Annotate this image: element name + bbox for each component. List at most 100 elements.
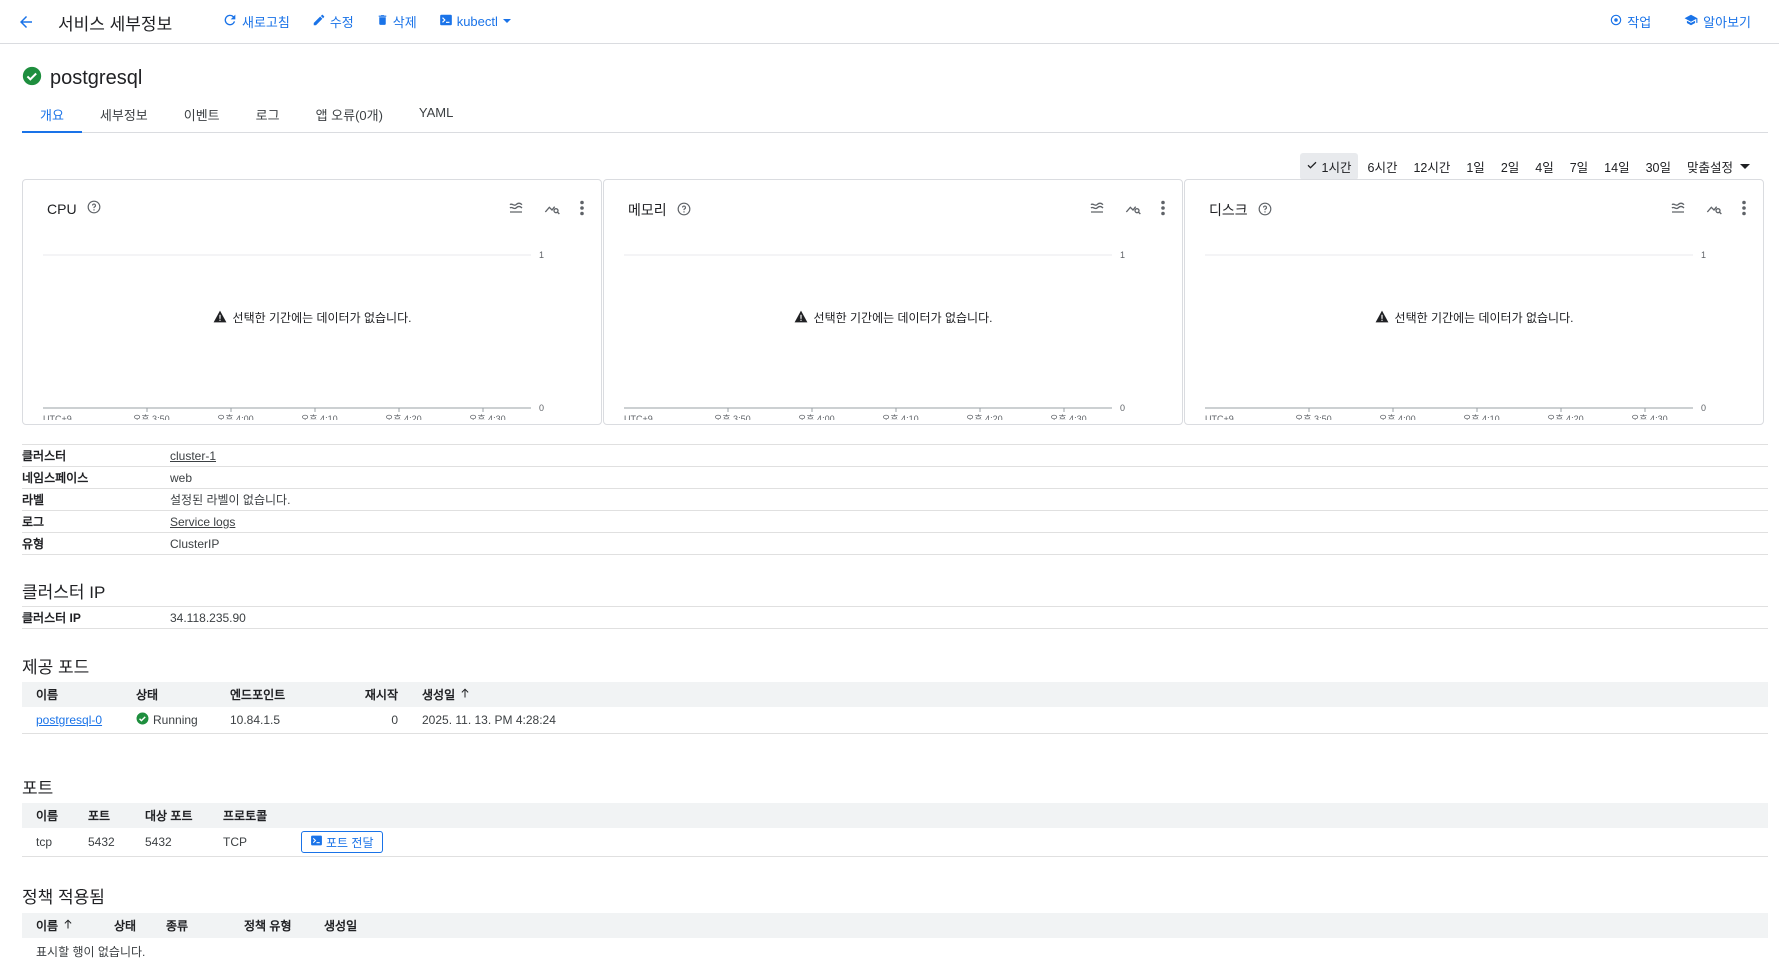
time-range-7d[interactable]: 7일 bbox=[1564, 153, 1594, 180]
warning-icon bbox=[794, 310, 808, 326]
service-title-row: postgresql bbox=[22, 66, 142, 91]
time-range-2d[interactable]: 2일 bbox=[1495, 153, 1525, 180]
toolbar-right: 작업 알아보기 bbox=[1609, 12, 1751, 31]
column-header-name[interactable]: 이름 bbox=[22, 686, 122, 703]
column-header-created-label: 생성일 bbox=[422, 688, 456, 702]
help-icon[interactable] bbox=[677, 202, 691, 219]
x-tick-label: 오후 4:00 bbox=[217, 414, 254, 420]
x-tick-label: 오후 4:10 bbox=[301, 414, 338, 420]
time-range-custom[interactable]: 맞춤설정 bbox=[1681, 153, 1757, 180]
y-tick-label: 0 bbox=[1120, 403, 1125, 413]
no-data-text: 선택한 기간에는 데이터가 없습니다. bbox=[232, 311, 412, 325]
kubectl-label: kubectl bbox=[456, 14, 498, 29]
cluster-ip-table: 클러스터 IP 34.118.235.90 bbox=[22, 606, 1768, 629]
caret-down-icon bbox=[502, 14, 512, 29]
port-forward-button[interactable]: 포트 전달 bbox=[301, 831, 383, 853]
time-range-label: 1시간 bbox=[1321, 161, 1352, 175]
table-header: 이름 상태 엔드포인트 재시작 생성일 bbox=[22, 682, 1768, 707]
learn-label: 알아보기 bbox=[1703, 15, 1751, 30]
tab-bar: 개요 세부정보 이벤트 로그 앱 오류(0개) YAML bbox=[22, 100, 1768, 133]
chart-title-row: 메모리 bbox=[628, 200, 691, 220]
column-header-protocol[interactable]: 프로토콜 bbox=[209, 807, 287, 824]
detail-value: ClusterIP bbox=[170, 536, 220, 551]
no-data-text: 선택한 기간에는 데이터가 없습니다. bbox=[813, 311, 993, 325]
column-header-name[interactable]: 이름 bbox=[22, 807, 74, 824]
tab-details[interactable]: 세부정보 bbox=[82, 100, 166, 131]
service-logs-link[interactable]: Service logs bbox=[170, 515, 235, 529]
column-header-name[interactable]: 이름 bbox=[22, 917, 100, 934]
service-name: postgresql bbox=[50, 67, 143, 89]
column-header-status[interactable]: 상태 bbox=[122, 686, 216, 703]
legend-toggle-icon[interactable] bbox=[507, 200, 525, 216]
kubectl-menu-button[interactable]: kubectl bbox=[439, 13, 512, 30]
more-vert-icon[interactable] bbox=[579, 200, 585, 216]
jobs-button[interactable]: 작업 bbox=[1609, 12, 1651, 31]
column-header-restarts[interactable]: 재시작 bbox=[336, 686, 398, 703]
column-header-port[interactable]: 포트 bbox=[74, 807, 131, 824]
explore-chart-icon[interactable] bbox=[1124, 200, 1142, 216]
edit-button[interactable]: 수정 bbox=[312, 12, 354, 31]
time-range-12h[interactable]: 12시간 bbox=[1407, 153, 1456, 180]
warning-icon bbox=[1375, 310, 1389, 326]
column-header-policy-type[interactable]: 정책 유형 bbox=[230, 917, 310, 934]
delete-button[interactable]: 삭제 bbox=[376, 12, 417, 31]
table-header: 이름 포트 대상 포트 프로토콜 bbox=[22, 803, 1768, 828]
time-range-1d[interactable]: 1일 bbox=[1460, 153, 1490, 180]
x-tick-label: 오후 4:30 bbox=[469, 414, 506, 420]
refresh-button[interactable]: 새로고침 bbox=[222, 12, 290, 31]
warning-icon bbox=[213, 310, 227, 326]
detail-row-logs: 로그 Service logs bbox=[22, 510, 1768, 532]
column-header-kind[interactable]: 종류 bbox=[152, 917, 230, 934]
tab-yaml[interactable]: YAML bbox=[401, 100, 471, 131]
learn-button[interactable]: 알아보기 bbox=[1683, 12, 1751, 31]
x-tick-label: 오후 4:20 bbox=[1547, 414, 1584, 420]
x-tick-label: 오후 3:50 bbox=[133, 414, 170, 420]
check-circle-icon bbox=[136, 712, 149, 728]
terminal-icon bbox=[439, 13, 453, 30]
explore-chart-icon[interactable] bbox=[543, 200, 561, 216]
empty-message: 표시할 행이 없습니다. bbox=[36, 944, 146, 959]
tab-events[interactable]: 이벤트 bbox=[166, 100, 238, 131]
help-icon[interactable] bbox=[87, 200, 101, 217]
column-header-created[interactable]: 생성일 bbox=[310, 917, 390, 934]
memory-chart-card: 메모리 1 0 UTC+9 오후 3:50 오후 4:00 오후 4:10 오후 4:20 오… bbox=[603, 179, 1183, 425]
pod-link[interactable]: postgresql-0 bbox=[36, 713, 102, 727]
x-tick-label: 오후 4:00 bbox=[1379, 414, 1416, 420]
time-range-14d[interactable]: 14일 bbox=[1598, 153, 1635, 180]
trash-icon bbox=[376, 13, 389, 30]
target-port: 5432 bbox=[145, 835, 172, 849]
legend-toggle-icon[interactable] bbox=[1669, 200, 1687, 216]
cluster-link[interactable]: cluster-1 bbox=[170, 449, 216, 463]
time-range-1h[interactable]: 1시간 bbox=[1299, 153, 1358, 180]
time-range-6h[interactable]: 6시간 bbox=[1362, 153, 1404, 180]
y-tick-label: 1 bbox=[539, 250, 544, 260]
refresh-icon bbox=[222, 12, 238, 31]
tab-app-errors[interactable]: 앱 오류(0개) bbox=[298, 100, 401, 131]
more-vert-icon[interactable] bbox=[1741, 200, 1747, 216]
time-range-4d[interactable]: 4일 bbox=[1529, 153, 1559, 180]
y-tick-label: 0 bbox=[539, 403, 544, 413]
column-header-status[interactable]: 상태 bbox=[100, 917, 152, 934]
column-header-created[interactable]: 생성일 bbox=[398, 686, 598, 703]
pencil-icon bbox=[312, 13, 326, 30]
detail-key: 클러스터 bbox=[22, 449, 67, 463]
sort-ascending-icon bbox=[459, 687, 471, 702]
tab-overview[interactable]: 개요 bbox=[22, 100, 82, 133]
chart-tools bbox=[1669, 200, 1747, 216]
legend-toggle-icon[interactable] bbox=[1088, 200, 1106, 216]
help-icon[interactable] bbox=[1258, 202, 1272, 219]
back-arrow-icon[interactable] bbox=[14, 10, 38, 34]
tab-logs[interactable]: 로그 bbox=[238, 100, 298, 131]
more-vert-icon[interactable] bbox=[1160, 200, 1166, 216]
column-header-target-port[interactable]: 대상 포트 bbox=[131, 807, 209, 824]
no-data-text: 선택한 기간에는 데이터가 없습니다. bbox=[1394, 311, 1574, 325]
time-range-30d[interactable]: 30일 bbox=[1640, 153, 1677, 180]
edit-label: 수정 bbox=[329, 15, 354, 30]
chart-title-row: CPU bbox=[47, 200, 101, 217]
caret-down-icon bbox=[1739, 160, 1751, 174]
detail-row-namespace: 네임스페이스 web bbox=[22, 466, 1768, 488]
explore-chart-icon[interactable] bbox=[1705, 200, 1723, 216]
x-tick-label: 오후 4:30 bbox=[1631, 414, 1668, 420]
detail-key: 네임스페이스 bbox=[22, 471, 89, 485]
column-header-endpoint[interactable]: 엔드포인트 bbox=[216, 686, 336, 703]
